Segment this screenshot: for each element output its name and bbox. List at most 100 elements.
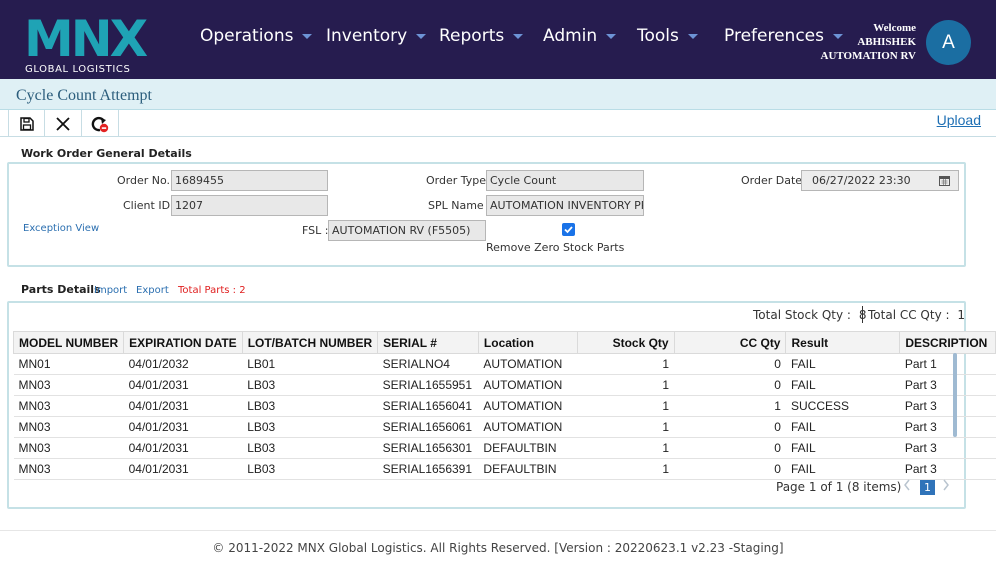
save-button[interactable] [8,110,45,137]
prev-page-button[interactable] [902,478,912,496]
cell-result: FAIL [785,416,900,438]
refresh-icon [91,116,109,132]
cell-result: FAIL [785,374,900,396]
col-result[interactable]: Result [785,331,901,354]
cell-result: FAIL [785,437,900,459]
table-row[interactable]: MN03 04/01/2031 LB03 SERIAL1656301 DEFAULTBI… [13,437,996,459]
total-stock: Total Stock Qty : 8 [753,308,866,322]
cell-stock-qty: 1 [577,374,675,396]
table-row[interactable]: MN01 04/01/2032 LB01 SERIALNO4 AUTOMATION 1 0 F… [13,353,996,375]
cell-location: DEFAULTBIN [478,437,578,459]
table-row[interactable]: MN03 04/01/2031 LB03 SERIAL1655951 AUTOMATIO… [13,374,996,396]
calendar-icon[interactable] [939,175,950,186]
total-cc: Total CC Qty : 1 [868,308,965,322]
cell-description: Part 3 [899,437,996,459]
col-serial[interactable]: SERIAL # [377,331,479,354]
col-stock-qty[interactable]: Stock Qty [577,331,675,354]
exception-view-link[interactable]: Exception View [23,223,99,234]
cell-lot-batch: LB03 [242,395,378,417]
cell-cc-qty: 0 [674,437,786,459]
fsl-label: FSL : [302,224,329,237]
user-org: AUTOMATION RV [820,50,916,62]
nav-admin[interactable]: Admin [543,26,617,46]
refresh-button[interactable] [82,110,119,137]
cell-lot-batch: LB01 [242,353,378,375]
remove-zero-checkbox[interactable] [562,223,575,236]
cell-model-number: MN03 [13,416,124,438]
nav-operations[interactable]: Operations [200,26,313,46]
parts-table: MODEL NUMBER EXPIRATION DATE LOT/BATCH N… [12,331,996,480]
nav-reports-label: Reports [439,26,505,46]
toolbar: Upload [0,110,996,137]
nav-reports[interactable]: Reports [439,26,524,46]
table-row[interactable]: MN03 04/01/2031 LB03 SERIAL1656061 AUTOMATIO… [13,416,996,438]
nav-preferences-label: Preferences [724,26,824,46]
cell-serial: SERIAL1656301 [377,437,479,459]
cell-expiration-date: 04/01/2032 [123,353,243,375]
cell-lot-batch: LB03 [242,374,378,396]
chevron-down-icon [416,33,427,39]
cell-model-number: MN03 [13,374,124,396]
col-description[interactable]: DESCRIPTION [899,331,996,354]
totals-divider [862,306,863,323]
spl-name-label: SPL Name : [428,199,491,212]
work-order-panel: Order No. : 1689455 Client ID : 1207 Exc… [7,162,966,267]
cancel-button[interactable] [45,110,82,137]
cell-lot-batch: LB03 [242,458,378,480]
cell-expiration-date: 04/01/2031 [123,374,243,396]
footer: © 2011-2022 MNX Global Logistics. All Ri… [0,530,996,555]
close-icon [56,116,70,131]
col-model-number[interactable]: MODEL NUMBER [12,331,125,354]
col-expiration-date[interactable]: EXPIRATION DATE [123,331,243,354]
nav-inventory[interactable]: Inventory [326,26,427,46]
cell-location: AUTOMATION [478,416,578,438]
cell-lot-batch: LB03 [242,416,378,438]
cell-location: AUTOMATION [478,395,578,417]
cell-description: Part 3 [899,458,996,480]
table-row[interactable]: MN03 04/01/2031 LB03 SERIAL1656391 DEFAULTBI… [13,458,996,480]
cell-model-number: MN03 [13,395,124,417]
import-link[interactable]: Import [94,285,127,296]
checkmark-icon [564,226,573,234]
cell-location: DEFAULTBIN [478,458,578,480]
order-type-label: Order Type : [426,174,494,187]
table-row[interactable]: MN03 04/01/2031 LB03 SERIAL1656041 AUTOMATIO… [13,395,996,417]
chevron-right-icon [943,479,949,491]
order-no-label: Order No. : [117,174,178,187]
chevron-down-icon [513,33,524,39]
col-cc-qty[interactable]: CC Qty [673,331,787,354]
nav-tools-label: Tools [637,26,679,46]
client-id-field[interactable]: 1207 [171,195,328,216]
order-no-field[interactable]: 1689455 [171,170,328,191]
chevron-down-icon [606,33,617,39]
fsl-field[interactable]: AUTOMATION RV (F5505) [328,220,486,241]
cell-location: AUTOMATION [478,374,578,396]
col-location[interactable]: Location [477,331,579,354]
order-type-field[interactable]: Cycle Count [486,170,644,191]
cell-stock-qty: 1 [577,353,675,375]
user-name: ABHISHEK [857,36,916,48]
table-scrollbar[interactable] [953,353,957,437]
export-link[interactable]: Export [136,285,169,296]
cell-result: FAIL [785,458,900,480]
cell-serial: SERIAL1656041 [377,395,479,417]
col-lot-batch-number[interactable]: LOT/BATCH NUMBER [241,331,379,354]
user-welcome: Welcome ABHISHEK AUTOMATION RV [821,21,916,63]
logo-text: MNX [24,12,148,60]
order-date-value: 06/27/2022 23:30 [812,174,911,187]
upload-link[interactable]: Upload [937,112,981,128]
cell-lot-batch: LB03 [242,437,378,459]
spl-name-field[interactable]: AUTOMATION INVENTORY PRO [486,195,644,216]
save-icon [19,116,34,131]
nav-admin-label: Admin [543,26,598,46]
cell-stock-qty: 1 [577,395,675,417]
cell-description: Part 3 [899,395,996,417]
page-number-button[interactable]: 1 [920,480,935,495]
avatar[interactable]: A [926,20,971,65]
cell-expiration-date: 04/01/2031 [123,437,243,459]
order-date-field[interactable]: 06/27/2022 23:30 [801,170,959,191]
nav-tools[interactable]: Tools [637,26,698,46]
next-page-button[interactable] [941,478,951,497]
table-header-row: MODEL NUMBER EXPIRATION DATE LOT/BATCH N… [12,331,996,354]
pager-summary: Page 1 of 1 (8 items) [776,480,902,494]
